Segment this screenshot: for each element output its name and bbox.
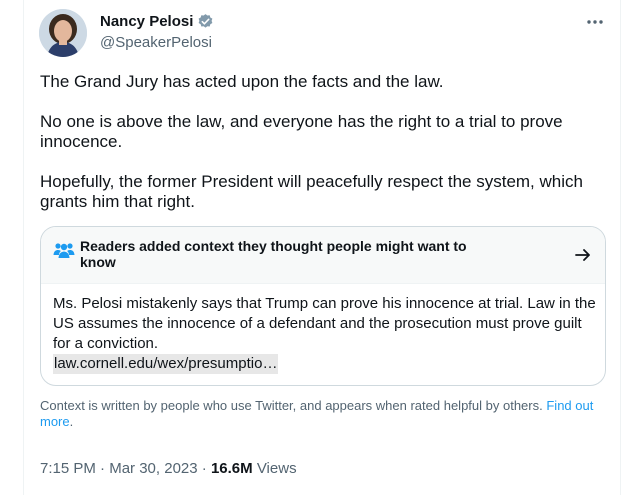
context-notice-text: Context is written by people who use Twi… [40,398,543,413]
tweet-time[interactable]: 7:15 PM [40,460,96,477]
more-options-icon[interactable] [585,12,605,32]
tweet-paragraph: The Grand Jury has acted upon the facts … [40,72,444,91]
tweet-paragraph: Hopefully, the former President will pea… [40,172,583,211]
community-note-header[interactable]: Readers added context they thought peopl… [41,227,605,284]
community-note-body: Ms. Pelosi mistakenly says that Trump ca… [53,295,596,352]
meta-separator: · [201,460,207,477]
community-note-source-link[interactable]: law.cornell.edu/wex/presumptio… [53,354,279,374]
author-name-row[interactable]: Nancy Pelosi [100,13,214,30]
tweet-paragraph: No one is above the law, and everyone ha… [40,112,563,151]
tweet-meta: 7:15 PM · Mar 30, 2023 · 16.6M Views [40,459,297,479]
people-icon [53,241,75,259]
community-note-title: Readers added context they thought peopl… [80,238,467,270]
tweet-card: Nancy Pelosi @SpeakerPelosi The Grand Ju… [23,0,621,495]
avatar[interactable] [39,9,87,57]
context-notice-trailing: . [69,414,74,429]
community-note: Readers added context they thought peopl… [40,226,606,386]
tweet-date[interactable]: Mar 30, 2023 [109,460,197,477]
author-name[interactable]: Nancy Pelosi [100,13,193,30]
views-count: 16.6M [210,460,253,477]
context-notice: Context is written by people who use Twi… [40,398,610,430]
meta-separator: · [100,460,106,477]
arrow-right-icon[interactable] [573,245,593,265]
author-handle[interactable]: @SpeakerPelosi [100,34,212,51]
views-label: Views [256,460,297,477]
verified-badge-icon [197,13,214,30]
